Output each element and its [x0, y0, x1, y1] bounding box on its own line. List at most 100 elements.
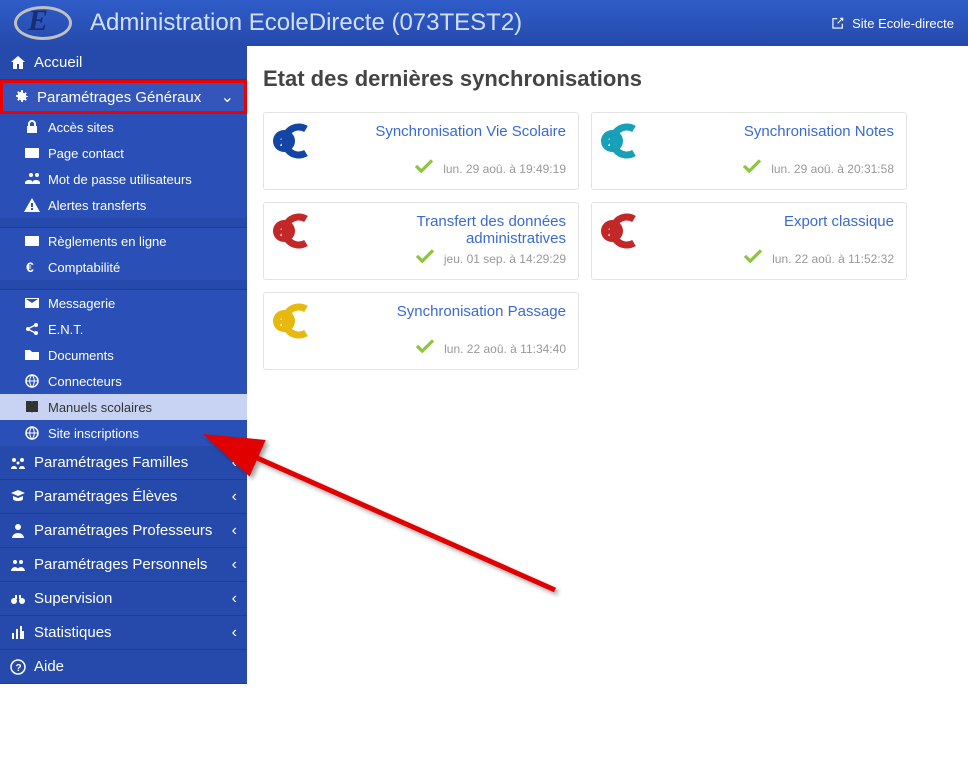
sidebar-sub-mdp[interactable]: Mot de passe utilisateurs — [0, 166, 247, 192]
sync-card[interactable]: 2 Export classique lun. 22 aoû. à 11:52:… — [591, 202, 907, 280]
home-icon — [10, 55, 26, 71]
card-icon — [24, 145, 40, 161]
sidebar-label: Paramétrages Familles — [34, 454, 188, 471]
sidebar-label: Paramétrages Personnels — [34, 556, 207, 573]
euro-icon: € — [24, 259, 40, 275]
sidebar-label: Aide — [34, 658, 64, 675]
chevron-left-icon: ‹ — [232, 488, 237, 506]
folder-icon — [24, 347, 40, 363]
chevron-left-icon: ‹ — [232, 624, 237, 642]
sidebar-sub-reglements[interactable]: Règlements en ligne — [0, 228, 247, 254]
sidebar-sub-label: Règlements en ligne — [48, 234, 167, 249]
check-icon — [741, 156, 771, 181]
sidebar-label: Supervision — [34, 590, 112, 607]
sidebar-label: Accueil — [34, 54, 82, 71]
sidebar-item-param-generaux[interactable]: Paramétrages Généraux ⌄ — [0, 80, 247, 114]
sidebar-sub-label: Alertes transferts — [48, 198, 146, 213]
sync-card-icon: 2 — [272, 301, 312, 341]
sidebar-item-profs[interactable]: Paramétrages Professeurs ‹ — [0, 514, 247, 548]
warning-icon — [24, 197, 40, 213]
sync-card-title: Synchronisation Passage — [322, 303, 566, 320]
gear-icon — [13, 89, 29, 105]
sync-card-date: jeu. 01 sep. à 14:29:29 — [444, 252, 566, 266]
barchart-icon — [10, 625, 26, 641]
student-icon — [10, 489, 26, 505]
sidebar-sub-manuels[interactable]: Manuels scolaires — [0, 394, 247, 420]
creditcard-icon — [24, 233, 40, 249]
chevron-left-icon: ‹ — [232, 590, 237, 608]
check-icon — [414, 336, 444, 361]
sync-card[interactable]: 2 Synchronisation Vie Scolaire lun. 29 a… — [263, 112, 579, 190]
sync-card-date: lun. 29 aoû. à 20:31:58 — [771, 162, 894, 176]
sidebar-divider — [0, 280, 247, 290]
sidebar-sub-connecteurs[interactable]: Connecteurs — [0, 368, 247, 394]
sync-card-status: jeu. 01 sep. à 14:29:29 — [414, 246, 566, 271]
sidebar-sub-documents[interactable]: Documents — [0, 342, 247, 368]
sidebar-item-stats[interactable]: Statistiques ‹ — [0, 616, 247, 650]
sync-card-date: lun. 22 aoû. à 11:34:40 — [444, 342, 566, 356]
check-icon — [413, 156, 443, 181]
topbar: E Administration EcoleDirecte (073TEST2)… — [0, 0, 968, 46]
external-link-icon — [832, 17, 844, 29]
sidebar-item-aide[interactable]: ? Aide — [0, 650, 247, 684]
site-ecoledirecte-label: Site Ecole-directe — [852, 16, 954, 31]
sync-card-icon: 2 — [600, 121, 640, 161]
content-area: Etat des dernières synchronisations 2 Sy… — [247, 46, 968, 684]
sync-card-date: lun. 29 aoû. à 19:49:19 — [443, 162, 566, 176]
site-ecoledirecte-link[interactable]: Site Ecole-directe — [832, 16, 954, 31]
sidebar-sub-compta[interactable]: € Comptabilité — [0, 254, 247, 280]
content-heading: Etat des dernières synchronisations — [263, 66, 952, 92]
page-title: Administration EcoleDirecte (073TEST2) — [90, 9, 522, 37]
sidebar-sub-page-contact[interactable]: Page contact — [0, 140, 247, 166]
sync-card-icon: 2 — [600, 211, 640, 251]
sync-card-status: lun. 22 aoû. à 11:34:40 — [414, 336, 566, 361]
sidebar-label: Statistiques — [34, 624, 112, 641]
svg-text:€: € — [26, 259, 34, 275]
sidebar-sub-acces-sites[interactable]: Accès sites — [0, 114, 247, 140]
sidebar-item-eleves[interactable]: Paramétrages Élèves ‹ — [0, 480, 247, 514]
sidebar-label: Paramétrages Élèves — [34, 488, 177, 505]
sync-card-title: Transfert des données administratives — [322, 213, 566, 247]
sync-card-date: lun. 22 aoû. à 11:52:32 — [772, 252, 894, 266]
app-logo: E — [14, 4, 72, 42]
sidebar-sub-site-inscriptions[interactable]: Site inscriptions — [0, 420, 247, 446]
sidebar-sub-label: Accès sites — [48, 120, 114, 135]
sidebar-sub-label: Connecteurs — [48, 374, 122, 389]
chevron-left-icon: ‹ — [232, 522, 237, 540]
sidebar-label: Paramétrages Professeurs — [34, 522, 212, 539]
sidebar-item-supervision[interactable]: Supervision ‹ — [0, 582, 247, 616]
sidebar-sub-label: Messagerie — [48, 296, 115, 311]
sidebar-sub-label: Manuels scolaires — [48, 400, 152, 415]
svg-text:?: ? — [16, 663, 22, 674]
share-icon — [24, 321, 40, 337]
sync-card[interactable]: 2 Transfert des données administratives … — [263, 202, 579, 280]
teacher-icon — [10, 523, 26, 539]
sync-card-title: Export classique — [650, 213, 894, 230]
sidebar-sub-alertes[interactable]: Alertes transferts — [0, 192, 247, 218]
sidebar-sub-label: E.N.T. — [48, 322, 83, 337]
sidebar: Accueil Paramétrages Généraux ⌄ Accès si… — [0, 46, 247, 684]
sidebar-item-personnels[interactable]: Paramétrages Personnels ‹ — [0, 548, 247, 582]
chevron-down-icon: ⌄ — [221, 87, 234, 107]
sidebar-sub-label: Page contact — [48, 146, 124, 161]
sidebar-item-familles[interactable]: Paramétrages Familles ‹ — [0, 446, 247, 480]
staff-icon — [10, 557, 26, 573]
sync-card-status: lun. 29 aoû. à 20:31:58 — [741, 156, 894, 181]
sidebar-item-accueil[interactable]: Accueil — [0, 46, 247, 80]
sidebar-sub-label: Documents — [48, 348, 114, 363]
sync-card-icon: 2 — [272, 121, 312, 161]
users-icon — [24, 171, 40, 187]
sidebar-label: Paramétrages Généraux — [37, 89, 201, 106]
binoculars-icon — [10, 591, 26, 607]
sync-card[interactable]: 2 Synchronisation Notes lun. 29 aoû. à 2… — [591, 112, 907, 190]
chevron-left-icon: ‹ — [232, 556, 237, 574]
sidebar-sub-label: Mot de passe utilisateurs — [48, 172, 192, 187]
family-icon — [10, 455, 26, 471]
sidebar-sub-messagerie[interactable]: Messagerie — [0, 290, 247, 316]
check-icon — [742, 246, 772, 271]
sync-card-status: lun. 22 aoû. à 11:52:32 — [742, 246, 894, 271]
check-icon — [414, 246, 444, 271]
sync-card[interactable]: 2 Synchronisation Passage lun. 22 aoû. à… — [263, 292, 579, 370]
chevron-left-icon: ‹ — [232, 454, 237, 472]
sidebar-sub-ent[interactable]: E.N.T. — [0, 316, 247, 342]
